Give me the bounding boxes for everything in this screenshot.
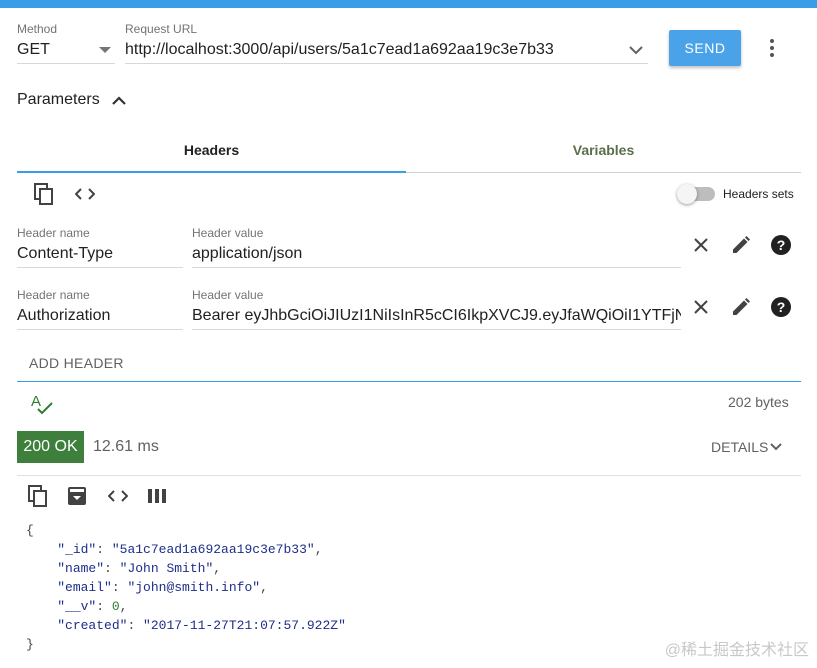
spellcheck-icon[interactable]: A	[29, 392, 55, 416]
svg-text:?: ?	[777, 299, 786, 315]
more-vert-icon[interactable]	[762, 37, 782, 59]
headers-sets-label: Headers sets	[723, 187, 794, 201]
remove-header-icon[interactable]	[691, 235, 711, 255]
json-line: "_id": "5a1c7ead1a692aa19c3e7b33",	[57, 542, 323, 557]
headers-sets-toggle[interactable]	[677, 184, 697, 204]
save-response-icon[interactable]	[66, 485, 88, 507]
header-name-underline	[17, 267, 183, 268]
top-accent-bar	[0, 0, 817, 8]
status-badge: 200 OK	[17, 431, 84, 463]
header-name-input[interactable]: Authorization	[17, 307, 110, 325]
parameters-collapse-chevron-icon[interactable]	[109, 91, 129, 109]
tab-variables[interactable]: Variables	[406, 128, 801, 172]
response-time: 12.61 ms	[93, 438, 159, 455]
header-name-underline	[17, 329, 183, 330]
remove-header-icon[interactable]	[691, 297, 711, 317]
code-view-icon[interactable]	[73, 183, 97, 205]
header-value-underline	[192, 329, 681, 330]
edit-header-icon[interactable]	[730, 234, 752, 256]
json-line: "__v": 0,	[57, 599, 128, 614]
header-value-input[interactable]: application/json	[192, 245, 302, 263]
add-header-divider	[17, 381, 801, 382]
method-dropdown-icon[interactable]	[96, 42, 114, 58]
copy-icon[interactable]	[32, 182, 56, 206]
details-chevron-icon[interactable]	[768, 439, 784, 455]
header-value-label: Header value	[192, 226, 264, 240]
response-divider	[17, 475, 801, 476]
json-line: "created": "2017-11-27T21:07:57.922Z"	[57, 618, 346, 633]
json-close-brace: }	[26, 637, 34, 652]
tab-active-indicator	[17, 171, 406, 173]
copy-response-icon[interactable]	[26, 484, 50, 508]
method-label: Method	[17, 22, 58, 36]
edit-header-icon[interactable]	[730, 296, 752, 318]
column-view-icon[interactable]	[147, 487, 167, 505]
url-label: Request URL	[125, 22, 198, 36]
header-name-label: Header name	[17, 288, 90, 302]
json-open-brace: {	[26, 523, 34, 538]
url-input[interactable]: http://localhost:3000/api/users/5a1c7ead…	[125, 41, 554, 59]
header-value-input[interactable]: Bearer eyJhbGciOiJIUzI1NiIsInR5cCI6IkpXV…	[192, 307, 681, 325]
tab-headers[interactable]: Headers	[17, 128, 406, 172]
method-select-value[interactable]: GET	[17, 41, 50, 59]
help-icon[interactable]: ?	[770, 234, 792, 256]
header-name-input[interactable]: Content-Type	[17, 245, 113, 263]
method-underline	[17, 63, 115, 64]
response-json: { "_id": "5a1c7ead1a692aa19c3e7b33", "na…	[26, 521, 346, 654]
svg-text:A: A	[31, 393, 41, 410]
json-line: "email": "john@smith.info",	[57, 580, 268, 595]
add-header-button[interactable]: ADD HEADER	[29, 355, 124, 371]
url-underline	[125, 63, 648, 64]
send-button[interactable]: SEND	[669, 30, 741, 66]
header-name-label: Header name	[17, 226, 90, 240]
url-history-chevron-icon[interactable]	[625, 40, 647, 60]
response-size: 202 bytes	[728, 394, 789, 410]
header-value-label: Header value	[192, 288, 264, 302]
response-code-view-icon[interactable]	[106, 486, 130, 506]
watermark: @稀土掘金技术社区	[664, 642, 809, 659]
svg-text:?: ?	[777, 237, 786, 253]
json-line: "name": "John Smith",	[57, 561, 222, 576]
help-icon[interactable]: ?	[770, 296, 792, 318]
header-value-underline	[192, 267, 681, 268]
parameters-title: Parameters	[17, 91, 100, 108]
details-button[interactable]: DETAILS	[711, 439, 768, 455]
